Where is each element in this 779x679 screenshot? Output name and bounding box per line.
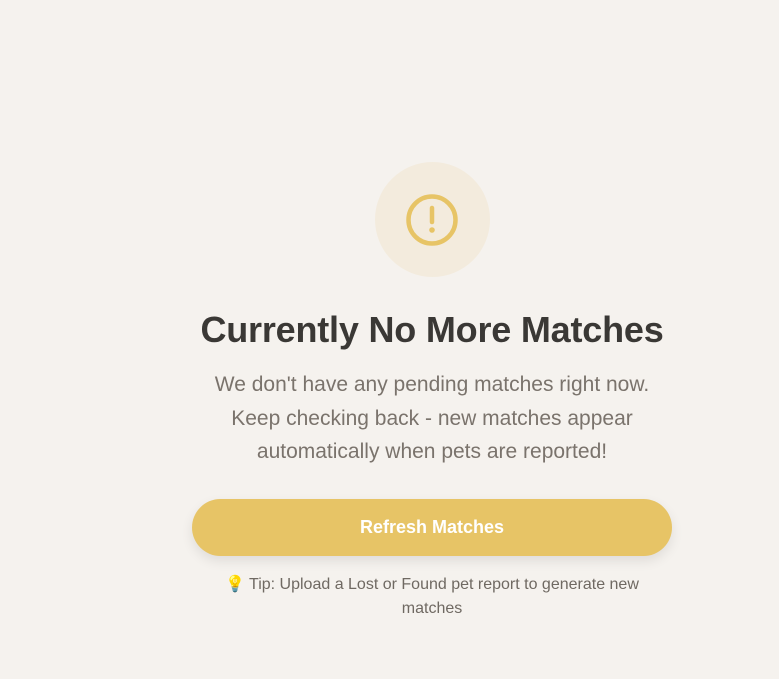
lightbulb-icon: 💡 <box>225 575 246 593</box>
empty-state-title: Currently No More Matches <box>200 309 664 350</box>
alert-circle-icon <box>406 193 458 246</box>
alert-icon-container <box>374 162 490 277</box>
empty-state-message: We don't have any pending matches right … <box>214 373 650 463</box>
tip-label: Tip: Upload a Lost or Found pet report t… <box>249 575 639 617</box>
refresh-matches-button[interactable]: Refresh Matches <box>192 498 672 556</box>
no-matches-empty-state: Currently No More Matches We don't have … <box>192 162 672 621</box>
tip-text: 💡 Tip: Upload a Lost or Found pet report … <box>212 573 652 621</box>
